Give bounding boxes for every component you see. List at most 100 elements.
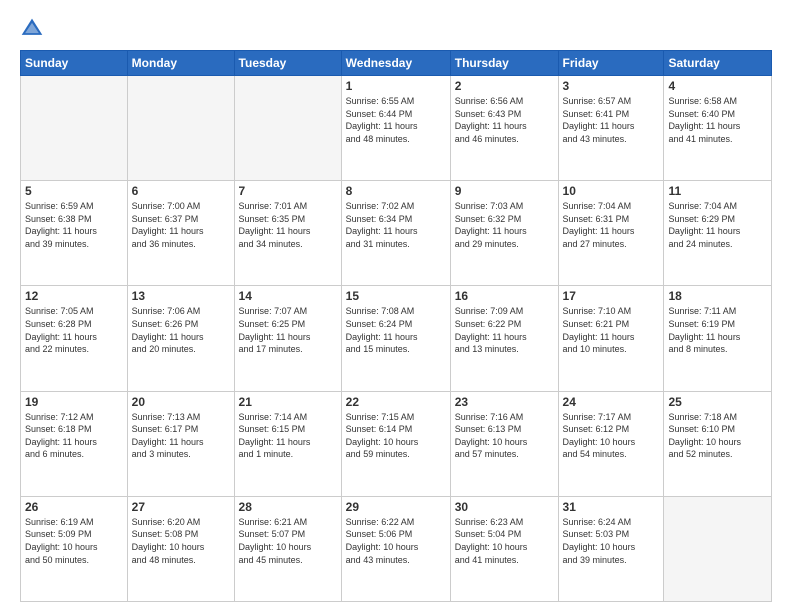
calendar-cell	[234, 76, 341, 181]
day-number: 10	[563, 184, 660, 198]
day-info: Sunrise: 6:21 AM Sunset: 5:07 PM Dayligh…	[239, 516, 337, 566]
calendar-table: SundayMondayTuesdayWednesdayThursdayFrid…	[20, 50, 772, 602]
day-number: 12	[25, 289, 123, 303]
calendar-cell: 13 Sunrise: 7:06 AM Sunset: 6:26 PM Dayli…	[127, 286, 234, 391]
calendar-cell: 22 Sunrise: 7:15 AM Sunset: 6:14 PM Dayli…	[341, 391, 450, 496]
day-number: 24	[563, 395, 660, 409]
day-info: Sunrise: 7:10 AM Sunset: 6:21 PM Dayligh…	[563, 305, 660, 355]
calendar-cell: 8 Sunrise: 7:02 AM Sunset: 6:34 PM Daylig…	[341, 181, 450, 286]
day-number: 28	[239, 500, 337, 514]
calendar-cell	[21, 76, 128, 181]
day-number: 16	[455, 289, 554, 303]
calendar-cell: 20Sunrise: 7:13 AM Sunset: 6:17 PM Dayli…	[127, 391, 234, 496]
day-info: Sunrise: 7:03 AM Sunset: 6:32 PM Dayligh…	[455, 200, 554, 250]
calendar-cell: 9 Sunrise: 7:03 AM Sunset: 6:32 PM Daylig…	[450, 181, 558, 286]
day-info: Sunrise: 7:04 AM Sunset: 6:31 PM Dayligh…	[563, 200, 660, 250]
calendar-week-row: 1Sunrise: 6:55 AM Sunset: 6:44 PM Daylig…	[21, 76, 772, 181]
day-info: Sunrise: 7:06 AM Sunset: 6:26 PM Dayligh…	[132, 305, 230, 355]
calendar-cell: 1Sunrise: 6:55 AM Sunset: 6:44 PM Daylig…	[341, 76, 450, 181]
calendar-week-row: 12 Sunrise: 7:05 AM Sunset: 6:28 PM Dayli…	[21, 286, 772, 391]
day-info: Sunrise: 6:24 AM Sunset: 5:03 PM Dayligh…	[563, 516, 660, 566]
day-number: 30	[455, 500, 554, 514]
day-number: 7	[239, 184, 337, 198]
day-info: Sunrise: 6:23 AM Sunset: 5:04 PM Dayligh…	[455, 516, 554, 566]
calendar-cell: 7 Sunrise: 7:01 AM Sunset: 6:35 PM Daylig…	[234, 181, 341, 286]
day-number: 4	[668, 79, 767, 93]
day-number: 9	[455, 184, 554, 198]
day-number: 5	[25, 184, 123, 198]
day-number: 3	[563, 79, 660, 93]
day-number: 27	[132, 500, 230, 514]
calendar-cell: 6 Sunrise: 7:00 AM Sunset: 6:37 PM Daylig…	[127, 181, 234, 286]
logo-icon	[20, 16, 44, 40]
calendar-cell: 3 Sunrise: 6:57 AM Sunset: 6:41 PM Daylig…	[558, 76, 664, 181]
day-number: 13	[132, 289, 230, 303]
day-info: Sunrise: 7:17 AM Sunset: 6:12 PM Dayligh…	[563, 411, 660, 461]
calendar-cell: 15Sunrise: 7:08 AM Sunset: 6:24 PM Dayli…	[341, 286, 450, 391]
calendar-cell: 25 Sunrise: 7:18 AM Sunset: 6:10 PM Dayli…	[664, 391, 772, 496]
day-info: Sunrise: 7:09 AM Sunset: 6:22 PM Dayligh…	[455, 305, 554, 355]
calendar-weekday: Tuesday	[234, 51, 341, 76]
calendar-cell: 26Sunrise: 6:19 AM Sunset: 5:09 PM Dayli…	[21, 496, 128, 601]
day-number: 14	[239, 289, 337, 303]
day-number: 2	[455, 79, 554, 93]
day-number: 11	[668, 184, 767, 198]
day-info: Sunrise: 7:05 AM Sunset: 6:28 PM Dayligh…	[25, 305, 123, 355]
calendar-cell: 17 Sunrise: 7:10 AM Sunset: 6:21 PM Dayli…	[558, 286, 664, 391]
calendar-header-row: SundayMondayTuesdayWednesdayThursdayFrid…	[21, 51, 772, 76]
calendar-cell	[127, 76, 234, 181]
calendar-cell: 31Sunrise: 6:24 AM Sunset: 5:03 PM Dayli…	[558, 496, 664, 601]
calendar-cell: 21 Sunrise: 7:14 AM Sunset: 6:15 PM Dayli…	[234, 391, 341, 496]
day-info: Sunrise: 6:56 AM Sunset: 6:43 PM Dayligh…	[455, 95, 554, 145]
calendar-cell: 19 Sunrise: 7:12 AM Sunset: 6:18 PM Dayli…	[21, 391, 128, 496]
day-info: Sunrise: 7:11 AM Sunset: 6:19 PM Dayligh…	[668, 305, 767, 355]
day-info: Sunrise: 7:15 AM Sunset: 6:14 PM Dayligh…	[346, 411, 446, 461]
day-number: 23	[455, 395, 554, 409]
day-info: Sunrise: 6:58 AM Sunset: 6:40 PM Dayligh…	[668, 95, 767, 145]
calendar-weekday: Monday	[127, 51, 234, 76]
day-number: 21	[239, 395, 337, 409]
day-info: Sunrise: 6:57 AM Sunset: 6:41 PM Dayligh…	[563, 95, 660, 145]
logo	[20, 16, 48, 40]
day-number: 22	[346, 395, 446, 409]
day-number: 19	[25, 395, 123, 409]
day-info: Sunrise: 6:59 AM Sunset: 6:38 PM Dayligh…	[25, 200, 123, 250]
day-info: Sunrise: 6:20 AM Sunset: 5:08 PM Dayligh…	[132, 516, 230, 566]
day-info: Sunrise: 7:02 AM Sunset: 6:34 PM Dayligh…	[346, 200, 446, 250]
calendar-cell: 29Sunrise: 6:22 AM Sunset: 5:06 PM Dayli…	[341, 496, 450, 601]
calendar-cell: 18 Sunrise: 7:11 AM Sunset: 6:19 PM Dayli…	[664, 286, 772, 391]
page: SundayMondayTuesdayWednesdayThursdayFrid…	[0, 0, 792, 612]
calendar-cell: 4 Sunrise: 6:58 AM Sunset: 6:40 PM Daylig…	[664, 76, 772, 181]
day-info: Sunrise: 7:01 AM Sunset: 6:35 PM Dayligh…	[239, 200, 337, 250]
calendar-cell: 30 Sunrise: 6:23 AM Sunset: 5:04 PM Dayli…	[450, 496, 558, 601]
header	[20, 16, 772, 40]
calendar-weekday: Friday	[558, 51, 664, 76]
day-number: 1	[346, 79, 446, 93]
day-info: Sunrise: 7:00 AM Sunset: 6:37 PM Dayligh…	[132, 200, 230, 250]
calendar-weekday: Saturday	[664, 51, 772, 76]
calendar-cell: 14Sunrise: 7:07 AM Sunset: 6:25 PM Dayli…	[234, 286, 341, 391]
calendar-cell: 27 Sunrise: 6:20 AM Sunset: 5:08 PM Dayli…	[127, 496, 234, 601]
calendar-cell: 12 Sunrise: 7:05 AM Sunset: 6:28 PM Dayli…	[21, 286, 128, 391]
day-number: 26	[25, 500, 123, 514]
calendar-weekday: Wednesday	[341, 51, 450, 76]
calendar-cell: 23Sunrise: 7:16 AM Sunset: 6:13 PM Dayli…	[450, 391, 558, 496]
day-info: Sunrise: 7:08 AM Sunset: 6:24 PM Dayligh…	[346, 305, 446, 355]
day-number: 18	[668, 289, 767, 303]
day-info: Sunrise: 7:14 AM Sunset: 6:15 PM Dayligh…	[239, 411, 337, 461]
day-number: 17	[563, 289, 660, 303]
day-info: Sunrise: 7:18 AM Sunset: 6:10 PM Dayligh…	[668, 411, 767, 461]
calendar-weekday: Thursday	[450, 51, 558, 76]
calendar-cell: 11 Sunrise: 7:04 AM Sunset: 6:29 PM Dayli…	[664, 181, 772, 286]
day-number: 20	[132, 395, 230, 409]
day-number: 8	[346, 184, 446, 198]
calendar-cell: 16 Sunrise: 7:09 AM Sunset: 6:22 PM Dayli…	[450, 286, 558, 391]
calendar-week-row: 26Sunrise: 6:19 AM Sunset: 5:09 PM Dayli…	[21, 496, 772, 601]
day-info: Sunrise: 7:04 AM Sunset: 6:29 PM Dayligh…	[668, 200, 767, 250]
day-number: 25	[668, 395, 767, 409]
day-info: Sunrise: 7:12 AM Sunset: 6:18 PM Dayligh…	[25, 411, 123, 461]
day-info: Sunrise: 6:22 AM Sunset: 5:06 PM Dayligh…	[346, 516, 446, 566]
calendar-cell: 24 Sunrise: 7:17 AM Sunset: 6:12 PM Dayli…	[558, 391, 664, 496]
day-number: 6	[132, 184, 230, 198]
calendar-week-row: 19 Sunrise: 7:12 AM Sunset: 6:18 PM Dayli…	[21, 391, 772, 496]
